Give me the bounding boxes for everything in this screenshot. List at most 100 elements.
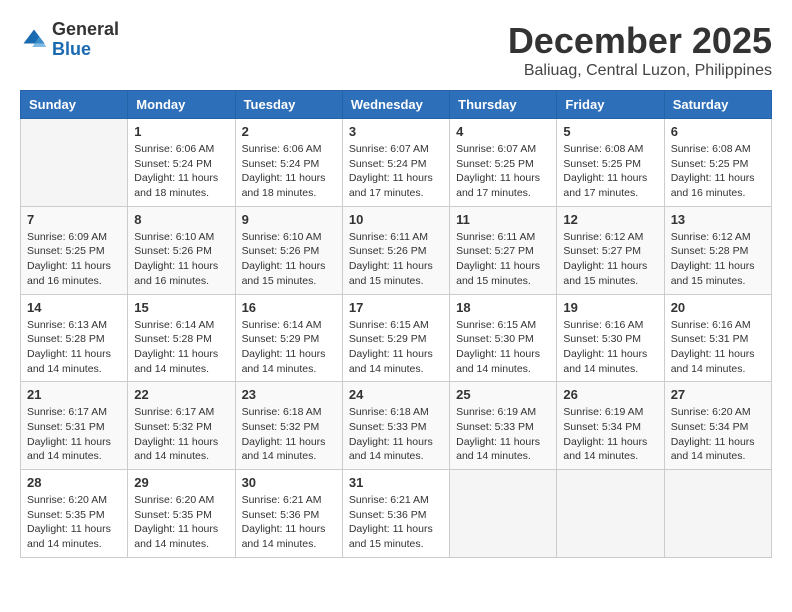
day-number: 8 (134, 212, 228, 227)
calendar-week-row: 21 Sunrise: 6:17 AMSunset: 5:31 PMDayligh… (21, 382, 772, 470)
calendar-week-row: 1 Sunrise: 6:06 AMSunset: 5:24 PMDaylight… (21, 119, 772, 207)
calendar-day-header: Monday (128, 91, 235, 119)
day-number: 16 (242, 300, 336, 315)
calendar-cell: 8 Sunrise: 6:10 AMSunset: 5:26 PMDaylight… (128, 206, 235, 294)
calendar-cell: 27 Sunrise: 6:20 AMSunset: 5:34 PMDayligh… (664, 382, 771, 470)
calendar-table: SundayMondayTuesdayWednesdayThursdayFrid… (20, 90, 772, 558)
page-header: General Blue December 2025 Baliuag, Cent… (20, 20, 772, 80)
calendar-cell: 25 Sunrise: 6:19 AMSunset: 5:33 PMDayligh… (450, 382, 557, 470)
calendar-cell: 9 Sunrise: 6:10 AMSunset: 5:26 PMDaylight… (235, 206, 342, 294)
day-number: 27 (671, 387, 765, 402)
calendar-cell: 13 Sunrise: 6:12 AMSunset: 5:28 PMDayligh… (664, 206, 771, 294)
day-number: 22 (134, 387, 228, 402)
day-info: Sunrise: 6:20 AMSunset: 5:35 PMDaylight:… (134, 493, 228, 552)
day-number: 19 (563, 300, 657, 315)
calendar-cell (450, 470, 557, 558)
day-number: 5 (563, 124, 657, 139)
day-info: Sunrise: 6:12 AMSunset: 5:27 PMDaylight:… (563, 230, 657, 289)
day-number: 9 (242, 212, 336, 227)
day-info: Sunrise: 6:18 AMSunset: 5:32 PMDaylight:… (242, 405, 336, 464)
day-number: 14 (27, 300, 121, 315)
day-info: Sunrise: 6:15 AMSunset: 5:29 PMDaylight:… (349, 318, 443, 377)
day-info: Sunrise: 6:20 AMSunset: 5:34 PMDaylight:… (671, 405, 765, 464)
day-number: 25 (456, 387, 550, 402)
calendar-cell: 28Sunrise: 6:20 AMSunset: 5:35 PMDayligh… (21, 470, 128, 558)
calendar-cell: 18 Sunrise: 6:15 AMSunset: 5:30 PMDayligh… (450, 294, 557, 382)
day-info: Sunrise: 6:08 AMSunset: 5:25 PMDaylight:… (671, 142, 765, 201)
calendar-cell: 26 Sunrise: 6:19 AMSunset: 5:34 PMDayligh… (557, 382, 664, 470)
day-number: 2 (242, 124, 336, 139)
day-number: 18 (456, 300, 550, 315)
day-info: Sunrise: 6:07 AMSunset: 5:25 PMDaylight:… (456, 142, 550, 201)
day-number: 26 (563, 387, 657, 402)
calendar-cell: 11 Sunrise: 6:11 AMSunset: 5:27 PMDayligh… (450, 206, 557, 294)
day-info: Sunrise: 6:21 AMSunset: 5:36 PMDaylight:… (242, 493, 336, 552)
calendar-week-row: 7Sunrise: 6:09 AMSunset: 5:25 PMDaylight… (21, 206, 772, 294)
day-number: 1 (134, 124, 228, 139)
day-info: Sunrise: 6:19 AMSunset: 5:34 PMDaylight:… (563, 405, 657, 464)
day-info: Sunrise: 6:18 AMSunset: 5:33 PMDaylight:… (349, 405, 443, 464)
logo-text: General Blue (52, 20, 119, 60)
day-info: Sunrise: 6:13 AMSunset: 5:28 PMDaylight:… (27, 318, 121, 377)
day-info: Sunrise: 6:12 AMSunset: 5:28 PMDaylight:… (671, 230, 765, 289)
day-number: 12 (563, 212, 657, 227)
calendar-cell: 16 Sunrise: 6:14 AMSunset: 5:29 PMDayligh… (235, 294, 342, 382)
calendar-cell: 6Sunrise: 6:08 AMSunset: 5:25 PMDaylight… (664, 119, 771, 207)
logo-icon (20, 26, 48, 54)
day-info: Sunrise: 6:19 AMSunset: 5:33 PMDaylight:… (456, 405, 550, 464)
day-number: 4 (456, 124, 550, 139)
day-info: Sunrise: 6:16 AMSunset: 5:31 PMDaylight:… (671, 318, 765, 377)
title-block: December 2025 Baliuag, Central Luzon, Ph… (508, 20, 772, 80)
day-info: Sunrise: 6:17 AMSunset: 5:32 PMDaylight:… (134, 405, 228, 464)
day-number: 21 (27, 387, 121, 402)
calendar-cell: 4 Sunrise: 6:07 AMSunset: 5:25 PMDaylight… (450, 119, 557, 207)
day-info: Sunrise: 6:09 AMSunset: 5:25 PMDaylight:… (27, 230, 121, 289)
calendar-day-header: Tuesday (235, 91, 342, 119)
calendar-cell: 21 Sunrise: 6:17 AMSunset: 5:31 PMDayligh… (21, 382, 128, 470)
calendar-cell: 19 Sunrise: 6:16 AMSunset: 5:30 PMDayligh… (557, 294, 664, 382)
calendar-cell: 22 Sunrise: 6:17 AMSunset: 5:32 PMDayligh… (128, 382, 235, 470)
calendar-cell: 29 Sunrise: 6:20 AMSunset: 5:35 PMDayligh… (128, 470, 235, 558)
calendar-day-header: Saturday (664, 91, 771, 119)
day-info: Sunrise: 6:17 AMSunset: 5:31 PMDaylight:… (27, 405, 121, 464)
calendar-cell: 1 Sunrise: 6:06 AMSunset: 5:24 PMDaylight… (128, 119, 235, 207)
calendar-cell (664, 470, 771, 558)
day-number: 11 (456, 212, 550, 227)
calendar-cell: 30Sunrise: 6:21 AMSunset: 5:36 PMDayligh… (235, 470, 342, 558)
calendar-cell: 20 Sunrise: 6:16 AMSunset: 5:31 PMDayligh… (664, 294, 771, 382)
day-number: 3 (349, 124, 443, 139)
calendar-day-header: Wednesday (342, 91, 449, 119)
day-number: 23 (242, 387, 336, 402)
calendar-cell: 10Sunrise: 6:11 AMSunset: 5:26 PMDayligh… (342, 206, 449, 294)
day-info: Sunrise: 6:10 AMSunset: 5:26 PMDaylight:… (134, 230, 228, 289)
day-info: Sunrise: 6:20 AMSunset: 5:35 PMDaylight:… (27, 493, 121, 552)
calendar-cell: 5 Sunrise: 6:08 AMSunset: 5:25 PMDaylight… (557, 119, 664, 207)
day-info: Sunrise: 6:06 AMSunset: 5:24 PMDaylight:… (134, 142, 228, 201)
calendar-cell: 15Sunrise: 6:14 AMSunset: 5:28 PMDayligh… (128, 294, 235, 382)
calendar-cell: 31 Sunrise: 6:21 AMSunset: 5:36 PMDayligh… (342, 470, 449, 558)
calendar-week-row: 28Sunrise: 6:20 AMSunset: 5:35 PMDayligh… (21, 470, 772, 558)
calendar-day-header: Thursday (450, 91, 557, 119)
calendar-cell: 14 Sunrise: 6:13 AMSunset: 5:28 PMDayligh… (21, 294, 128, 382)
calendar-cell: 17Sunrise: 6:15 AMSunset: 5:29 PMDayligh… (342, 294, 449, 382)
month-title: December 2025 (508, 20, 772, 62)
day-info: Sunrise: 6:16 AMSunset: 5:30 PMDaylight:… (563, 318, 657, 377)
day-info: Sunrise: 6:15 AMSunset: 5:30 PMDaylight:… (456, 318, 550, 377)
calendar-cell: 3 Sunrise: 6:07 AMSunset: 5:24 PMDaylight… (342, 119, 449, 207)
day-info: Sunrise: 6:14 AMSunset: 5:28 PMDaylight:… (134, 318, 228, 377)
day-number: 31 (349, 475, 443, 490)
day-number: 29 (134, 475, 228, 490)
calendar-cell: 7Sunrise: 6:09 AMSunset: 5:25 PMDaylight… (21, 206, 128, 294)
day-info: Sunrise: 6:14 AMSunset: 5:29 PMDaylight:… (242, 318, 336, 377)
day-info: Sunrise: 6:21 AMSunset: 5:36 PMDaylight:… (349, 493, 443, 552)
day-info: Sunrise: 6:08 AMSunset: 5:25 PMDaylight:… (563, 142, 657, 201)
day-info: Sunrise: 6:11 AMSunset: 5:27 PMDaylight:… (456, 230, 550, 289)
day-info: Sunrise: 6:10 AMSunset: 5:26 PMDaylight:… (242, 230, 336, 289)
calendar-cell: 24 Sunrise: 6:18 AMSunset: 5:33 PMDayligh… (342, 382, 449, 470)
day-info: Sunrise: 6:07 AMSunset: 5:24 PMDaylight:… (349, 142, 443, 201)
day-number: 13 (671, 212, 765, 227)
calendar-cell: 12 Sunrise: 6:12 AMSunset: 5:27 PMDayligh… (557, 206, 664, 294)
calendar-cell: 23 Sunrise: 6:18 AMSunset: 5:32 PMDayligh… (235, 382, 342, 470)
day-number: 20 (671, 300, 765, 315)
day-number: 24 (349, 387, 443, 402)
